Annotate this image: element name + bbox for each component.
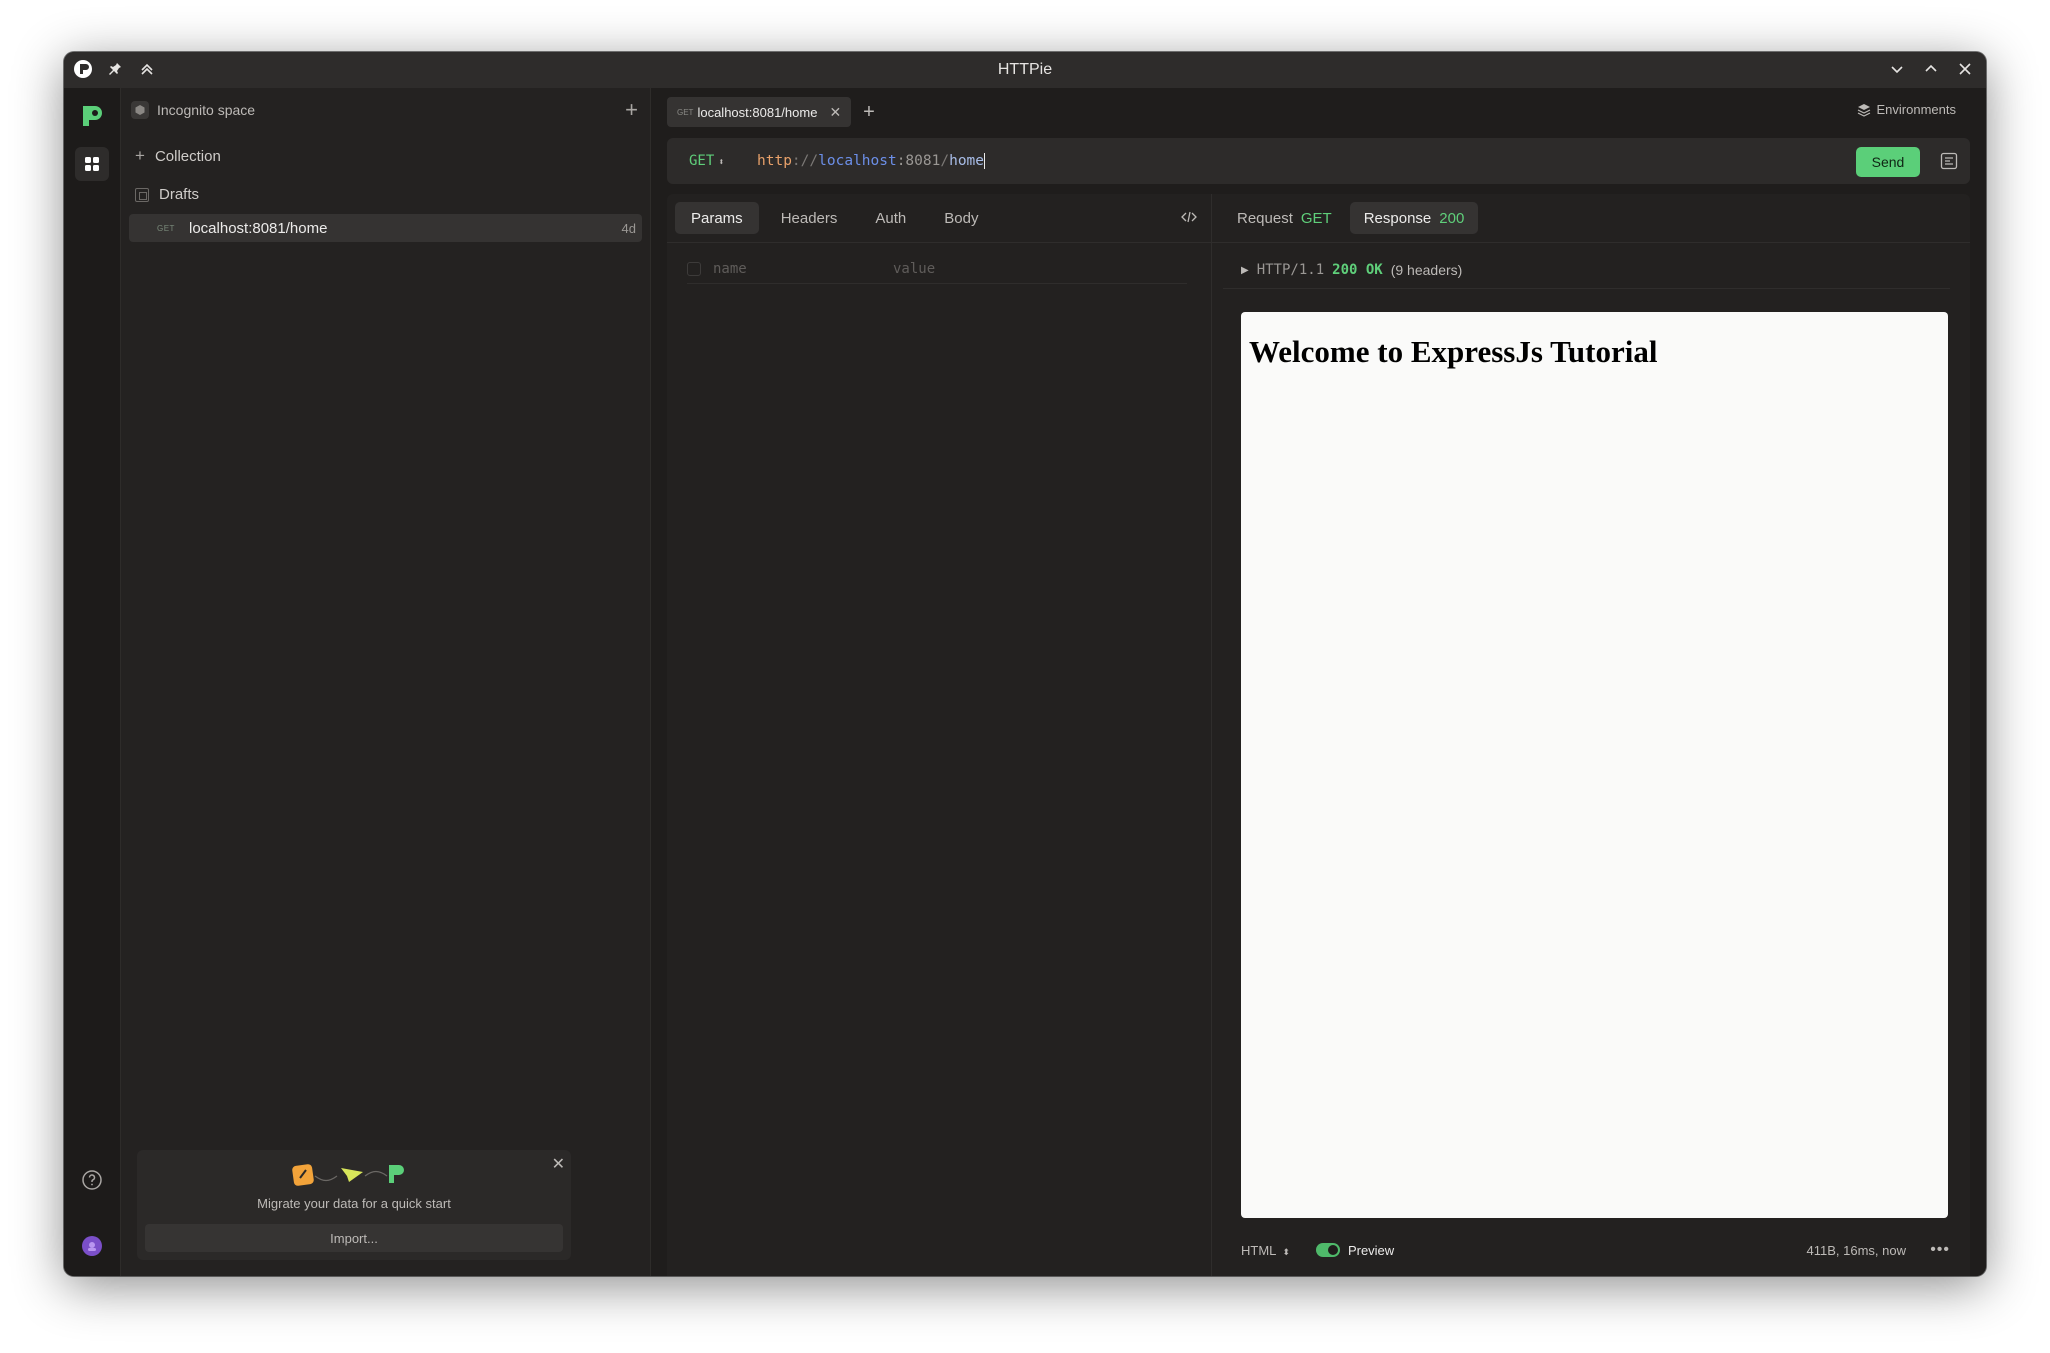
new-collection-button[interactable]: + Collection (135, 146, 221, 166)
param-row: name value (687, 254, 1187, 284)
tab-request[interactable]: Request GET (1223, 202, 1346, 234)
tab-params[interactable]: Params (675, 202, 759, 234)
draft-method: GET (157, 223, 175, 233)
main-area: GET localhost:8081/home ✕ + Environments… (651, 88, 1986, 1276)
url-input[interactable]: http://localhost:8081/home (757, 153, 986, 169)
tab-headers[interactable]: Headers (765, 202, 854, 234)
tab-body[interactable]: Body (928, 202, 994, 234)
format-selector[interactable]: HTML ⬍ (1241, 1243, 1290, 1258)
drafts-label: Drafts (159, 186, 200, 203)
tab-response-status: 200 (1439, 209, 1465, 227)
httpie-logo-icon[interactable] (79, 102, 105, 135)
updown-icon: ⬍ (1282, 1246, 1290, 1257)
draft-item[interactable]: GET localhost:8081/home 4d (129, 214, 642, 242)
apps-grid-icon[interactable] (75, 147, 109, 181)
url-separator: :// (791, 153, 819, 169)
request-tabs-bar: GET localhost:8081/home ✕ + (667, 96, 875, 128)
preview-heading: Welcome to ExpressJs Tutorial (1249, 334, 1658, 369)
url-path: home (949, 153, 985, 169)
layers-icon (1857, 103, 1870, 117)
environments-button[interactable]: Environments (1857, 102, 1956, 117)
tabs-divider (667, 242, 1970, 243)
url-scheme: http (757, 153, 792, 169)
app-window: HTTPie Incognito space + + Collection Dr… (64, 52, 1986, 1276)
more-options-icon[interactable]: ••• (1930, 1241, 1950, 1259)
cube-icon (131, 101, 149, 119)
url-port: :8081 (896, 153, 941, 169)
tab-request-method: GET (1300, 209, 1332, 227)
maximize-icon[interactable] (1920, 58, 1942, 80)
response-status-line[interactable]: ▶ HTTP/1.1 200 OK (9 headers) (1241, 262, 1462, 278)
import-button[interactable]: Import... (145, 1224, 563, 1252)
url-host: localhost (818, 153, 897, 169)
space-name: Incognito space (157, 102, 256, 118)
migrate-message: Migrate your data for a quick start (257, 1196, 451, 1211)
tab-response-label: Response (1363, 209, 1432, 227)
tab-method: GET (677, 107, 694, 117)
activity-rail (64, 88, 121, 1276)
param-checkbox[interactable] (687, 261, 701, 276)
param-name-input[interactable]: name (713, 261, 893, 277)
tab-request-label: Request (1237, 209, 1293, 227)
draft-age: 4d (621, 220, 636, 236)
method-selector[interactable]: GET ⬍ (689, 153, 757, 169)
tab-auth[interactable]: Auth (859, 202, 922, 234)
plus-icon: + (135, 146, 145, 165)
text-caret (984, 153, 986, 169)
user-avatar[interactable] (82, 1236, 102, 1256)
method-label: GET (689, 153, 715, 169)
close-tab-icon[interactable]: ✕ (829, 104, 841, 121)
headers-count: (9 headers) (1390, 262, 1463, 278)
command-palette-icon[interactable] (1940, 152, 1958, 175)
tab-response[interactable]: Response 200 (1349, 202, 1479, 234)
status-code: 200 OK (1332, 262, 1383, 278)
updown-icon: ⬍ (718, 157, 725, 168)
tab-label: localhost:8081/home (697, 104, 818, 120)
preview-toggle[interactable] (1315, 1243, 1340, 1257)
http-protocol: HTTP/1.1 (1256, 262, 1325, 278)
window-title: HTTPie (997, 61, 1053, 78)
draft-url: localhost:8081/home (189, 219, 328, 237)
add-space-button[interactable]: + (625, 98, 638, 122)
request-response-panel: Params Headers Auth Body name value Requ… (667, 194, 1970, 1276)
send-button[interactable]: Send (1856, 147, 1920, 177)
sidebar: Incognito space + + Collection Drafts GE… (121, 88, 651, 1276)
response-footer: HTML ⬍ Preview 411B, 16ms, now ••• (1241, 1238, 1950, 1262)
response-stats: 411B, 16ms, now (1806, 1242, 1906, 1258)
url-bar: GET ⬍ http://localhost:8081/home Send (667, 138, 1970, 184)
minimize-icon[interactable] (1886, 58, 1908, 80)
response-preview: Welcome to ExpressJs Tutorial (1241, 312, 1948, 1218)
request-tab[interactable]: GET localhost:8081/home ✕ (667, 97, 852, 127)
format-label: HTML (1241, 1242, 1277, 1258)
title-bar: HTTPie (64, 52, 1986, 88)
close-window-icon[interactable] (1954, 58, 1976, 80)
pane-divider[interactable] (1211, 194, 1212, 1276)
migrate-card: ✕ Migrate your data for a quick start Im… (137, 1150, 571, 1260)
collection-label: Collection (154, 147, 221, 165)
drafts-icon (135, 187, 149, 202)
request-section-tabs: Params Headers Auth Body (675, 202, 994, 234)
url-slash: / (940, 153, 950, 169)
drafts-folder[interactable]: Drafts (135, 186, 199, 203)
help-icon[interactable] (81, 1169, 103, 1196)
status-divider (1223, 288, 1950, 289)
response-section-tabs: Request GET Response 200 (1223, 202, 1479, 234)
new-tab-button[interactable]: + (863, 101, 875, 124)
space-selector[interactable]: Incognito space + (131, 98, 640, 122)
param-value-input[interactable]: value (893, 261, 935, 277)
environments-label: Environments (1876, 102, 1956, 117)
expand-triangle-icon: ▶ (1241, 264, 1249, 276)
preview-label: Preview (1347, 1242, 1395, 1258)
code-icon[interactable] (1181, 210, 1197, 229)
migrate-illustration (137, 1162, 571, 1188)
